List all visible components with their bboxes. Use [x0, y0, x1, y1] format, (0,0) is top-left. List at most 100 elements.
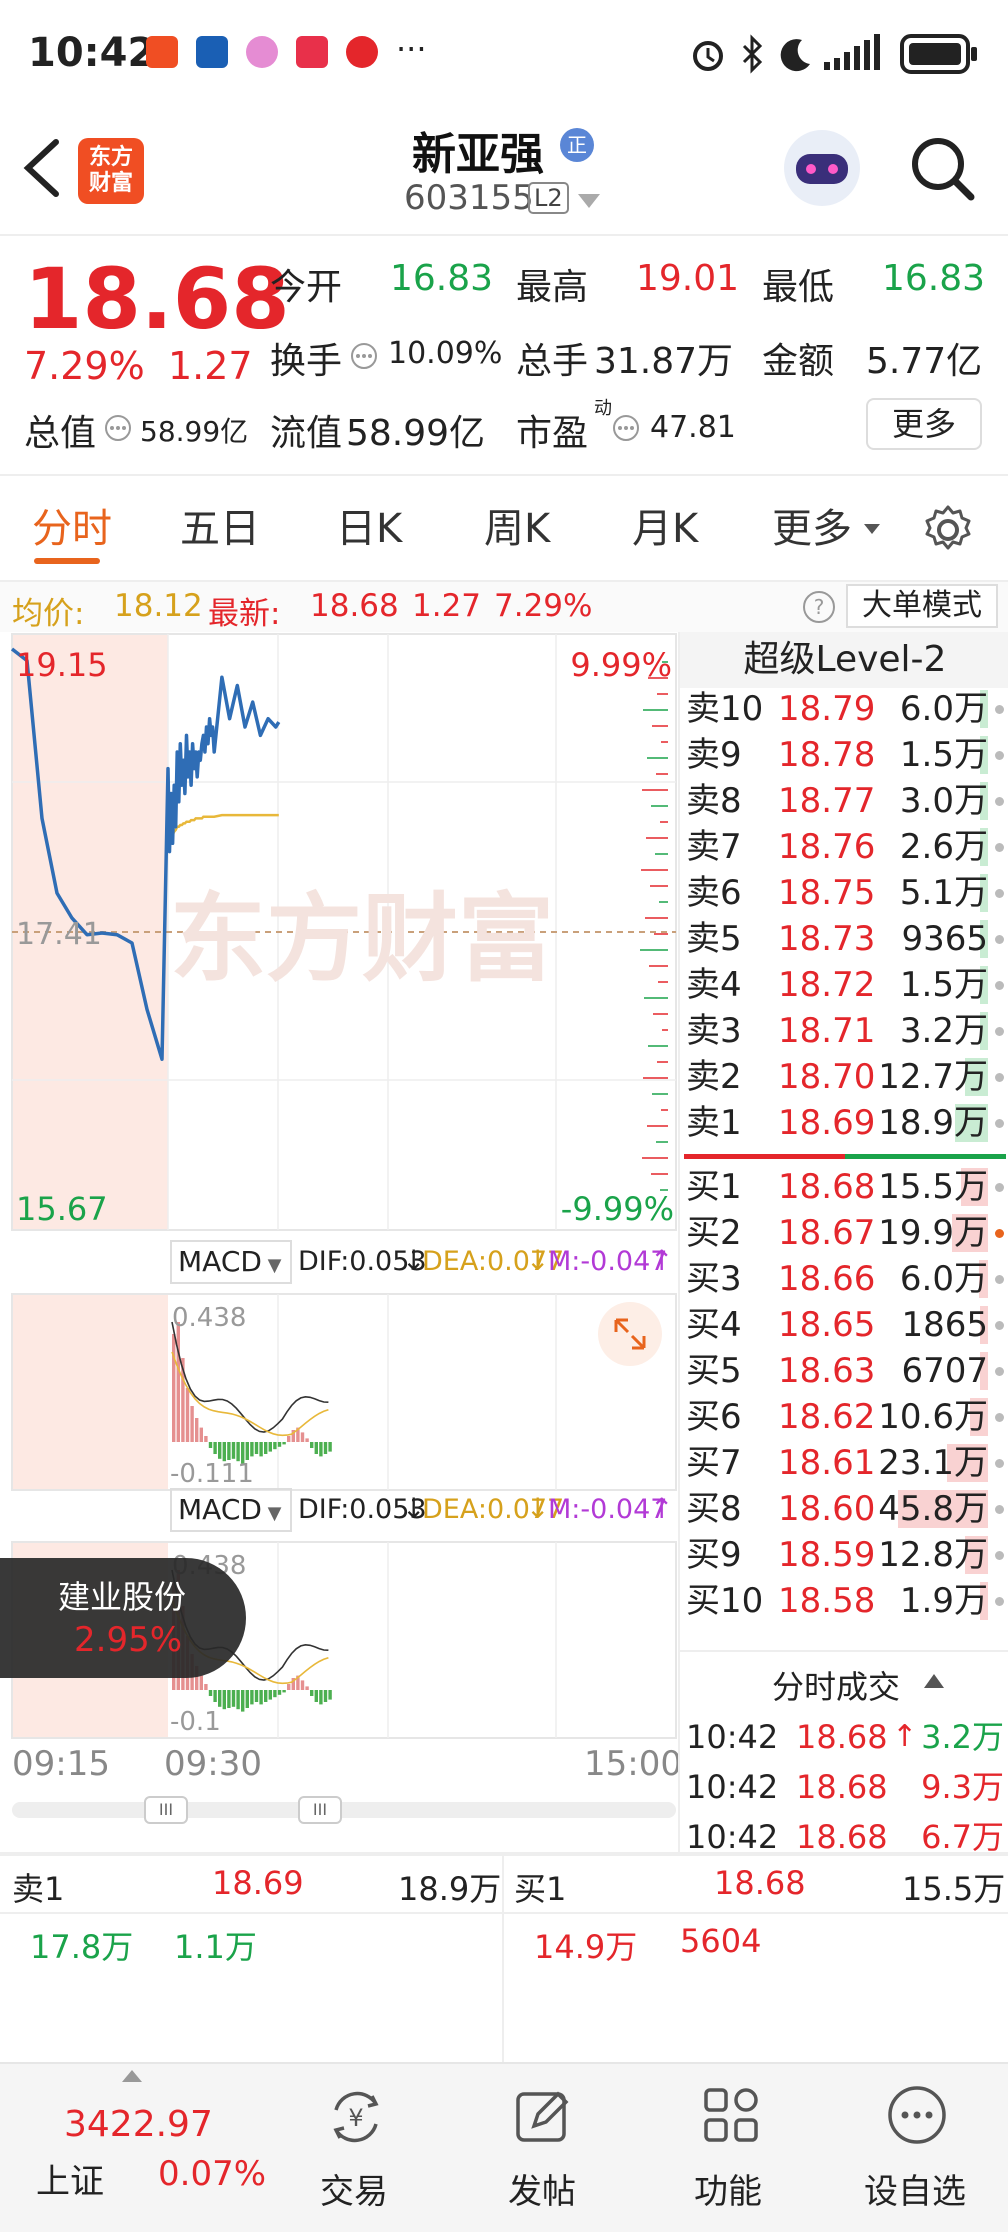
level-tag[interactable]: L2	[528, 182, 569, 214]
bid-status-dot	[995, 1413, 1004, 1422]
range-handle-right[interactable]: III	[298, 1796, 342, 1824]
bid-row[interactable]: 买8 18.60 45.8万	[680, 1486, 1008, 1532]
avg-value: 18.12	[114, 588, 203, 624]
tab-more[interactable]: 更多	[772, 476, 852, 582]
range-track[interactable]	[12, 1802, 676, 1818]
ask-row[interactable]: 卖4 18.72 1.5万	[680, 962, 1008, 1008]
ask-row[interactable]: 卖5 18.73 9365	[680, 916, 1008, 962]
macd-bar	[213, 1442, 217, 1454]
bid-level-label: 买1	[686, 1167, 742, 1207]
macd-bar	[287, 1684, 291, 1690]
macd-bar	[245, 1690, 249, 1708]
app-notif-icon-4	[296, 36, 328, 68]
ask-price: 18.72	[778, 965, 876, 1005]
info-icon[interactable]	[612, 414, 640, 442]
ask-row[interactable]: 卖6 18.75 5.1万	[680, 870, 1008, 916]
bid-row[interactable]: 买1 18.68 15.5万	[680, 1164, 1008, 1210]
macd-bar	[222, 1690, 226, 1710]
macd-bar	[218, 1442, 222, 1459]
sell1-label: 卖1	[12, 1870, 65, 1908]
macd-bar	[277, 1442, 282, 1447]
margin-badge[interactable]: 正	[560, 128, 594, 162]
nav-functions[interactable]: 功能	[660, 2064, 800, 2234]
y-axis-top: 19.15	[16, 646, 108, 684]
bid-row[interactable]: 买5 18.63 6707	[680, 1348, 1008, 1394]
tab-monthly-k[interactable]: 月K	[632, 476, 698, 582]
y-axis-bottom: 15.67	[16, 1190, 108, 1228]
gear-icon[interactable]	[922, 504, 974, 556]
back-arrow-icon[interactable]	[18, 136, 64, 200]
ask-level-label: 卖5	[686, 919, 742, 959]
ask-level-label: 卖3	[686, 1011, 742, 1051]
macd-bar	[287, 1436, 291, 1442]
index-value: 3422.97	[64, 2104, 213, 2145]
bid-row[interactable]: 买7 18.61 23.1万	[680, 1440, 1008, 1486]
nav-post[interactable]: 发帖	[474, 2064, 614, 2234]
buy1-price: 18.68	[714, 1864, 806, 1902]
caret-down-icon[interactable]	[864, 524, 880, 536]
time-end: 15:00	[584, 1744, 682, 1784]
bid-row[interactable]: 买2 18.67 19.9万	[680, 1210, 1008, 1256]
ask-level-label: 卖7	[686, 827, 742, 867]
ask-row[interactable]: 卖10 18.79 6.0万	[680, 686, 1008, 732]
bid-row[interactable]: 买10 18.58 1.9万	[680, 1578, 1008, 1624]
nav-functions-label: 功能	[694, 2172, 762, 2212]
average-price-bar: 均价: 18.12 最新: 18.68 1.27 7.29% ? 大单模式	[0, 582, 1008, 632]
watermark: 东方财富	[170, 883, 554, 995]
help-icon[interactable]: ?	[802, 590, 836, 624]
macd-bar	[245, 1442, 249, 1460]
bid-volume: 45.8万	[878, 1489, 988, 1529]
bid-row[interactable]: 买4 18.65 1865	[680, 1302, 1008, 1348]
ask-status-dot	[995, 981, 1004, 990]
ask-row[interactable]: 卖7 18.76 2.6万	[680, 824, 1008, 870]
ask-price: 18.79	[778, 689, 876, 729]
status-bar: 10:42 ···	[0, 0, 1008, 108]
chevron-down-icon[interactable]	[578, 194, 600, 210]
macd-bar	[264, 1690, 268, 1702]
macd-chart[interactable]: 0.438 -0.111	[0, 1292, 678, 1492]
tab-daily-k[interactable]: 日K	[336, 476, 402, 582]
info-icon[interactable]	[350, 342, 378, 370]
level2-title[interactable]: 超级Level-2	[680, 632, 1008, 688]
trade-price: 18.68	[796, 1768, 888, 1806]
bid-row[interactable]: 买9 18.59 12.8万	[680, 1532, 1008, 1578]
tab-five-day[interactable]: 五日	[180, 476, 260, 582]
macd2-selector[interactable]: MACD ▼	[170, 1488, 292, 1532]
expand-button[interactable]	[598, 1302, 662, 1366]
robot-assistant-icon[interactable]	[784, 130, 860, 206]
do-not-disturb-icon	[780, 39, 810, 72]
ask-row[interactable]: 卖1 18.69 18.9万	[680, 1100, 1008, 1146]
bottom-nav: 3422.97 上证 0.07% ¥ 交易 发帖 功能 设自选	[0, 2062, 1008, 2232]
intraday-chart[interactable]: 东方财富 19.15 17.41 15.67 9.99% -9.99%	[0, 632, 678, 1232]
nav-add-watchlist-label: 设自选	[864, 2172, 966, 2212]
ask-row[interactable]: 卖3 18.71 3.2万	[680, 1008, 1008, 1054]
search-icon[interactable]	[908, 134, 978, 204]
tab-weekly-k[interactable]: 周K	[484, 476, 550, 582]
ask-row[interactable]: 卖2 18.70 12.7万	[680, 1054, 1008, 1100]
nav-add-watchlist[interactable]: 设自选	[850, 2064, 1008, 2234]
big-order-mode-button[interactable]: 大单模式	[846, 584, 998, 628]
range-handle-left[interactable]: III	[144, 1796, 188, 1824]
related-stock-popup[interactable]: 建业股份 2.95%	[0, 1558, 246, 1678]
macd2-bottom-value: -0.1	[170, 1707, 221, 1737]
more-button[interactable]: 更多	[866, 398, 982, 450]
y-axis-mid: 17.41	[16, 917, 102, 952]
info-icon[interactable]	[104, 414, 132, 442]
ask-row[interactable]: 卖8 18.77 3.0万	[680, 778, 1008, 824]
latest-change: 1.27	[412, 588, 482, 624]
nav-trade[interactable]: ¥ 交易	[290, 2064, 420, 2234]
trade-icon: ¥	[333, 2091, 379, 2143]
bid-volume: 1865	[901, 1305, 988, 1345]
ask-volume: 9365	[901, 919, 988, 959]
tab-intraday[interactable]: 分时	[32, 476, 112, 582]
macd-selector[interactable]: MACD ▼	[170, 1240, 292, 1284]
pct-axis-bottom: -9.99%	[561, 1190, 674, 1228]
app-logo[interactable]: 东方 财富	[78, 138, 144, 204]
trades-header[interactable]: 分时成交	[680, 1650, 1008, 1710]
bid-row[interactable]: 买6 18.62 10.6万	[680, 1394, 1008, 1440]
index-ticker[interactable]: 3422.97 上证 0.07%	[0, 2064, 290, 2234]
bid-row[interactable]: 买3 18.66 6.0万	[680, 1256, 1008, 1302]
macd-label: MACD	[178, 1245, 262, 1278]
buy1-volume: 15.5万	[902, 1870, 1006, 1908]
ask-row[interactable]: 卖9 18.78 1.5万	[680, 732, 1008, 778]
